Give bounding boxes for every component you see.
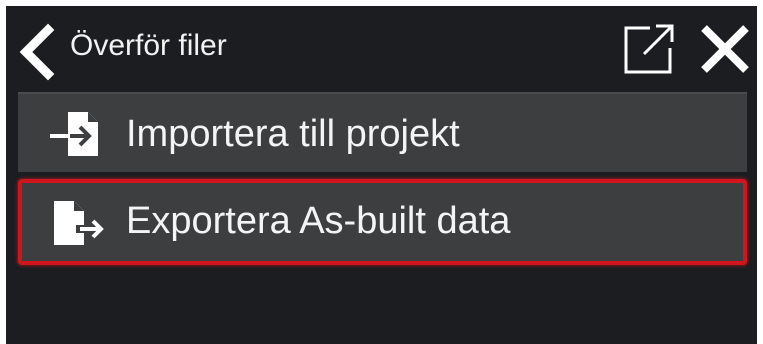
- dialog-title: Överför filer: [70, 29, 227, 62]
- file-import-icon: [48, 108, 104, 160]
- chevron-left-icon: [12, 23, 60, 86]
- export-as-built-data-label: Exportera As-built data: [126, 200, 511, 242]
- file-export-icon: [50, 197, 106, 249]
- close-button[interactable]: [696, 20, 754, 78]
- open-in-window-button[interactable]: [620, 20, 678, 78]
- dialog-header: Överför filer: [6, 6, 757, 90]
- export-as-built-data-item[interactable]: Exportera As-built data: [18, 179, 747, 265]
- back-button[interactable]: [12, 22, 60, 82]
- external-link-icon: [620, 24, 678, 82]
- transfer-files-dialog: Överför filer Importera till projekt Exp…: [6, 6, 757, 344]
- close-icon: [696, 25, 754, 82]
- import-to-project-label: Importera till projekt: [126, 113, 460, 155]
- import-to-project-item[interactable]: Importera till projekt: [18, 92, 747, 172]
